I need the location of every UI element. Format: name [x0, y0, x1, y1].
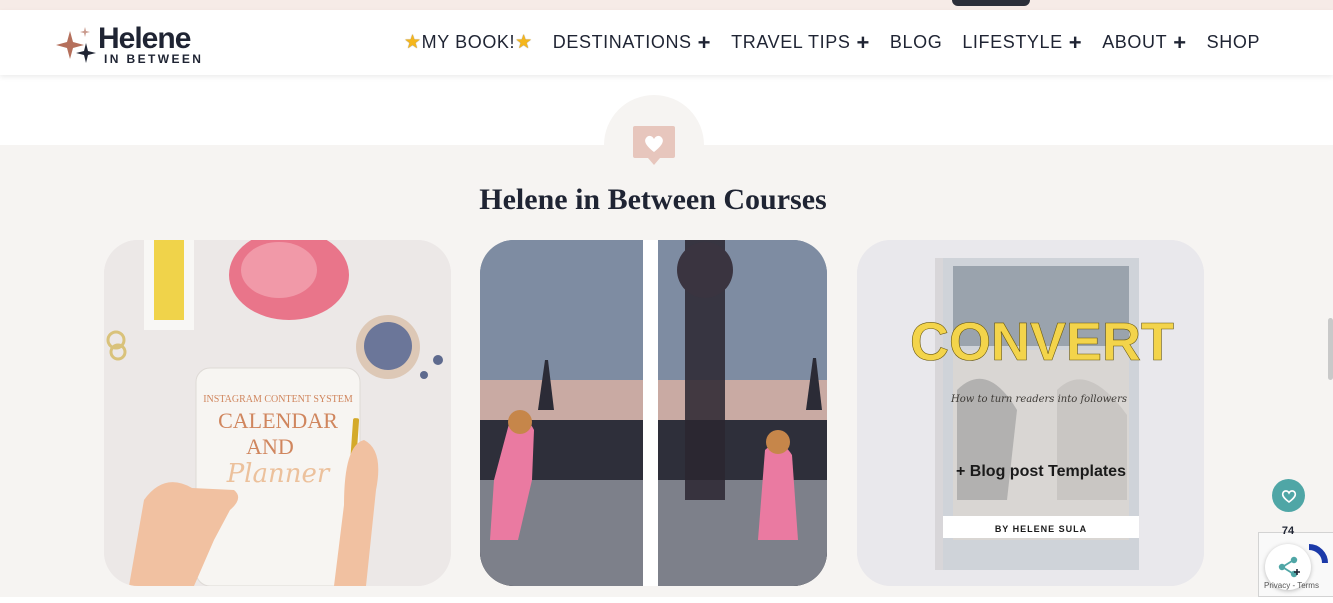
- convert-author: BY HELENE SULA: [995, 524, 1087, 534]
- nav-item-my-book[interactable]: ★ MY BOOK! ★: [404, 32, 533, 53]
- plus-icon[interactable]: +: [1069, 31, 1082, 53]
- top-pill: [952, 0, 1030, 6]
- paris-image: [480, 240, 827, 586]
- convert-extra: + Blog post Templates: [956, 463, 1126, 480]
- course-card-convert[interactable]: CONVERT How to turn readers into followe…: [857, 240, 1204, 586]
- recaptcha-text[interactable]: Privacy - Terms: [1264, 581, 1319, 590]
- star-icon: ★: [404, 31, 422, 53]
- planner-line2: AND: [246, 434, 294, 459]
- nav-item-destinations[interactable]: DESTINATIONS +: [552, 31, 711, 53]
- site-header: Helene IN BETWEEN ★ MY BOOK! ★ DESTINATI…: [0, 10, 1333, 75]
- nav-item-label: TRAVEL TIPS: [731, 32, 851, 52]
- nav-item-travel-tips[interactable]: TRAVEL TIPS +: [731, 31, 870, 53]
- section-title: Helene in Between Courses: [479, 183, 827, 216]
- main-nav: ★ MY BOOK! ★ DESTINATIONS + TRAVEL TIPS …: [404, 31, 1280, 53]
- share-count: 74: [1281, 525, 1295, 537]
- planner-line1: CALENDAR: [218, 408, 338, 433]
- sparkle-icon: [56, 27, 96, 63]
- nav-item-label: SHOP: [1206, 32, 1261, 52]
- convert-title: CONVERT: [910, 312, 1174, 372]
- top-strip: [0, 0, 1333, 10]
- nav-item-label: LIFESTYLE: [962, 32, 1063, 52]
- scrollbar-thumb[interactable]: [1328, 318, 1333, 380]
- planner-script: Planner: [226, 459, 331, 489]
- course-card-planner[interactable]: INSTAGRAM CONTENT SYSTEM CALENDAR AND Pl…: [104, 240, 451, 586]
- course-card-paris[interactable]: [480, 240, 827, 586]
- convert-book-image: CONVERT How to turn readers into followe…: [857, 240, 1204, 586]
- favorite-button[interactable]: [1272, 479, 1305, 512]
- nav-item-shop[interactable]: SHOP: [1207, 32, 1260, 53]
- plus-icon[interactable]: +: [698, 31, 711, 53]
- planner-kicker: INSTAGRAM CONTENT SYSTEM: [203, 394, 353, 405]
- nav-item-label: DESTINATIONS: [552, 32, 692, 52]
- plus-icon[interactable]: +: [856, 31, 869, 53]
- heart-icon: [1281, 489, 1296, 503]
- share-icon: [1278, 556, 1300, 578]
- site-logo[interactable]: Helene IN BETWEEN: [56, 22, 226, 68]
- logo-title: Helene: [98, 22, 191, 55]
- nav-item-label: BLOG: [889, 32, 943, 52]
- plus-icon[interactable]: +: [1173, 31, 1186, 53]
- heart-chat-icon: [633, 126, 675, 165]
- logo-subtitle: IN BETWEEN: [104, 52, 204, 66]
- nav-item-blog[interactable]: BLOG: [890, 32, 942, 53]
- star-icon: ★: [515, 31, 533, 53]
- planner-image: INSTAGRAM CONTENT SYSTEM CALENDAR AND Pl…: [104, 240, 451, 586]
- nav-item-about[interactable]: ABOUT +: [1102, 31, 1186, 53]
- nav-item-label: MY BOOK!: [421, 32, 516, 52]
- nav-item-label: ABOUT: [1102, 32, 1168, 52]
- convert-subtitle: How to turn readers into followers: [950, 394, 1127, 405]
- nav-item-lifestyle[interactable]: LIFESTYLE +: [962, 31, 1082, 53]
